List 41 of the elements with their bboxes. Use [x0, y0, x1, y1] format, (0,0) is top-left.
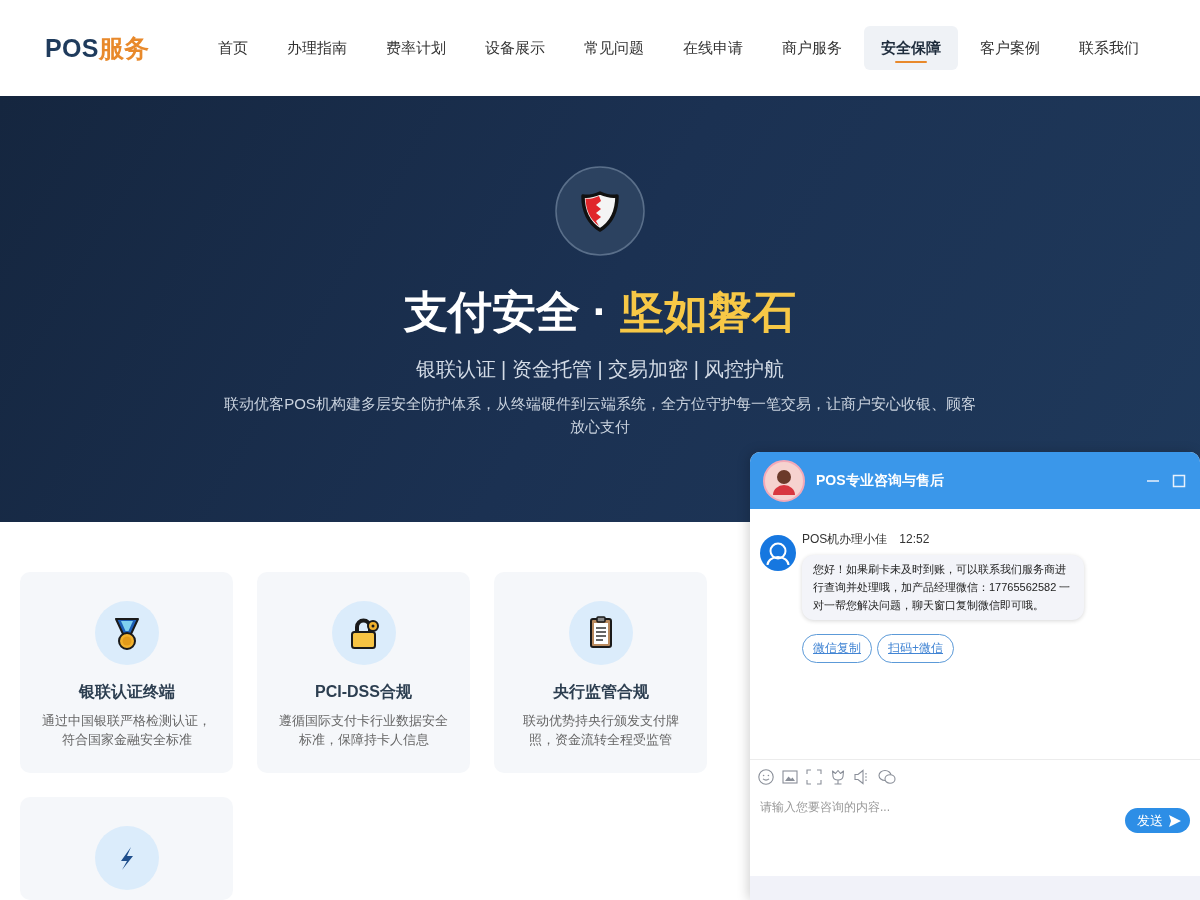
- feature-title: 央行监管合规: [552, 682, 649, 702]
- padlock-icon: [331, 601, 396, 665]
- feature-description: 联动优势持央行颁发支付牌照，资金流转全程受监管: [521, 712, 680, 749]
- image-icon[interactable]: [782, 769, 798, 785]
- quick-reply-button[interactable]: 微信复制: [802, 634, 872, 663]
- shield-icon: [555, 166, 645, 256]
- hero-subtitle: 银联认证 | 资金托管 | 交易加密 | 风控护航: [415, 357, 785, 382]
- nav-tab[interactable]: 常见问题: [567, 26, 661, 70]
- chat-title: POS专业咨询与售后: [816, 471, 945, 490]
- message-bubble: 您好！如果刷卡未及时到账，可以联系我们服务商进行查询并处理哦，加产品经理微信：17765562582 一对一帮您解决问题，聊天窗口复制微信即可哦。: [802, 555, 1084, 620]
- feature-description: 遵循国际支付卡行业数据安全标准，保障持卡人信息: [278, 712, 449, 749]
- nav-tab[interactable]: 首页: [201, 26, 265, 70]
- emoji-icon[interactable]: [758, 769, 774, 785]
- nav-tab[interactable]: 设备展示: [468, 26, 562, 70]
- hero-description: 联动优客POS机构建多层安全防护体系，从终端硬件到云端系统，全方位守护每一笔交易，让商户安心收银、顾客放心支付: [223, 394, 977, 437]
- avatar-icon: [763, 459, 805, 502]
- tulip-icon[interactable]: [830, 769, 846, 785]
- feature-title: PCI-DSS合规: [315, 682, 412, 702]
- nav-tab[interactable]: 办理指南: [270, 26, 364, 70]
- nav-tab[interactable]: 联系我们: [1062, 26, 1156, 70]
- screenshot-icon[interactable]: [806, 769, 822, 785]
- maximize-icon[interactable]: [1172, 473, 1186, 488]
- nav-tab[interactable]: 在线申请: [666, 26, 760, 70]
- feature-description: 通过中国银联严格检测认证，符合国家金融安全标准: [41, 712, 212, 749]
- medal-icon: [94, 601, 159, 665]
- lightning-icon: [94, 826, 159, 890]
- nav-tab[interactable]: 安全保障: [864, 26, 958, 70]
- sender-name: POS机办理小佳: [802, 531, 888, 548]
- agent-avatar-icon: [760, 535, 796, 571]
- nav-tab[interactable]: 商户服务: [765, 26, 859, 70]
- feature-title: 银联认证终端: [78, 682, 175, 702]
- nav-tab[interactable]: 费率计划: [369, 26, 463, 70]
- message-time: 12:52: [899, 531, 930, 548]
- clipboard-icon: [568, 601, 633, 665]
- hero-title: 支付安全 · 坚如磐石: [404, 286, 796, 338]
- quick-reply-button[interactable]: 扫码+微信: [877, 634, 954, 663]
- speaker-icon[interactable]: [854, 769, 870, 785]
- chat-bubbles-icon[interactable]: [878, 769, 896, 785]
- send-icon: [1168, 813, 1182, 828]
- site-logo[interactable]: POS服务: [45, 31, 150, 65]
- nav-tab[interactable]: 客户案例: [963, 26, 1057, 70]
